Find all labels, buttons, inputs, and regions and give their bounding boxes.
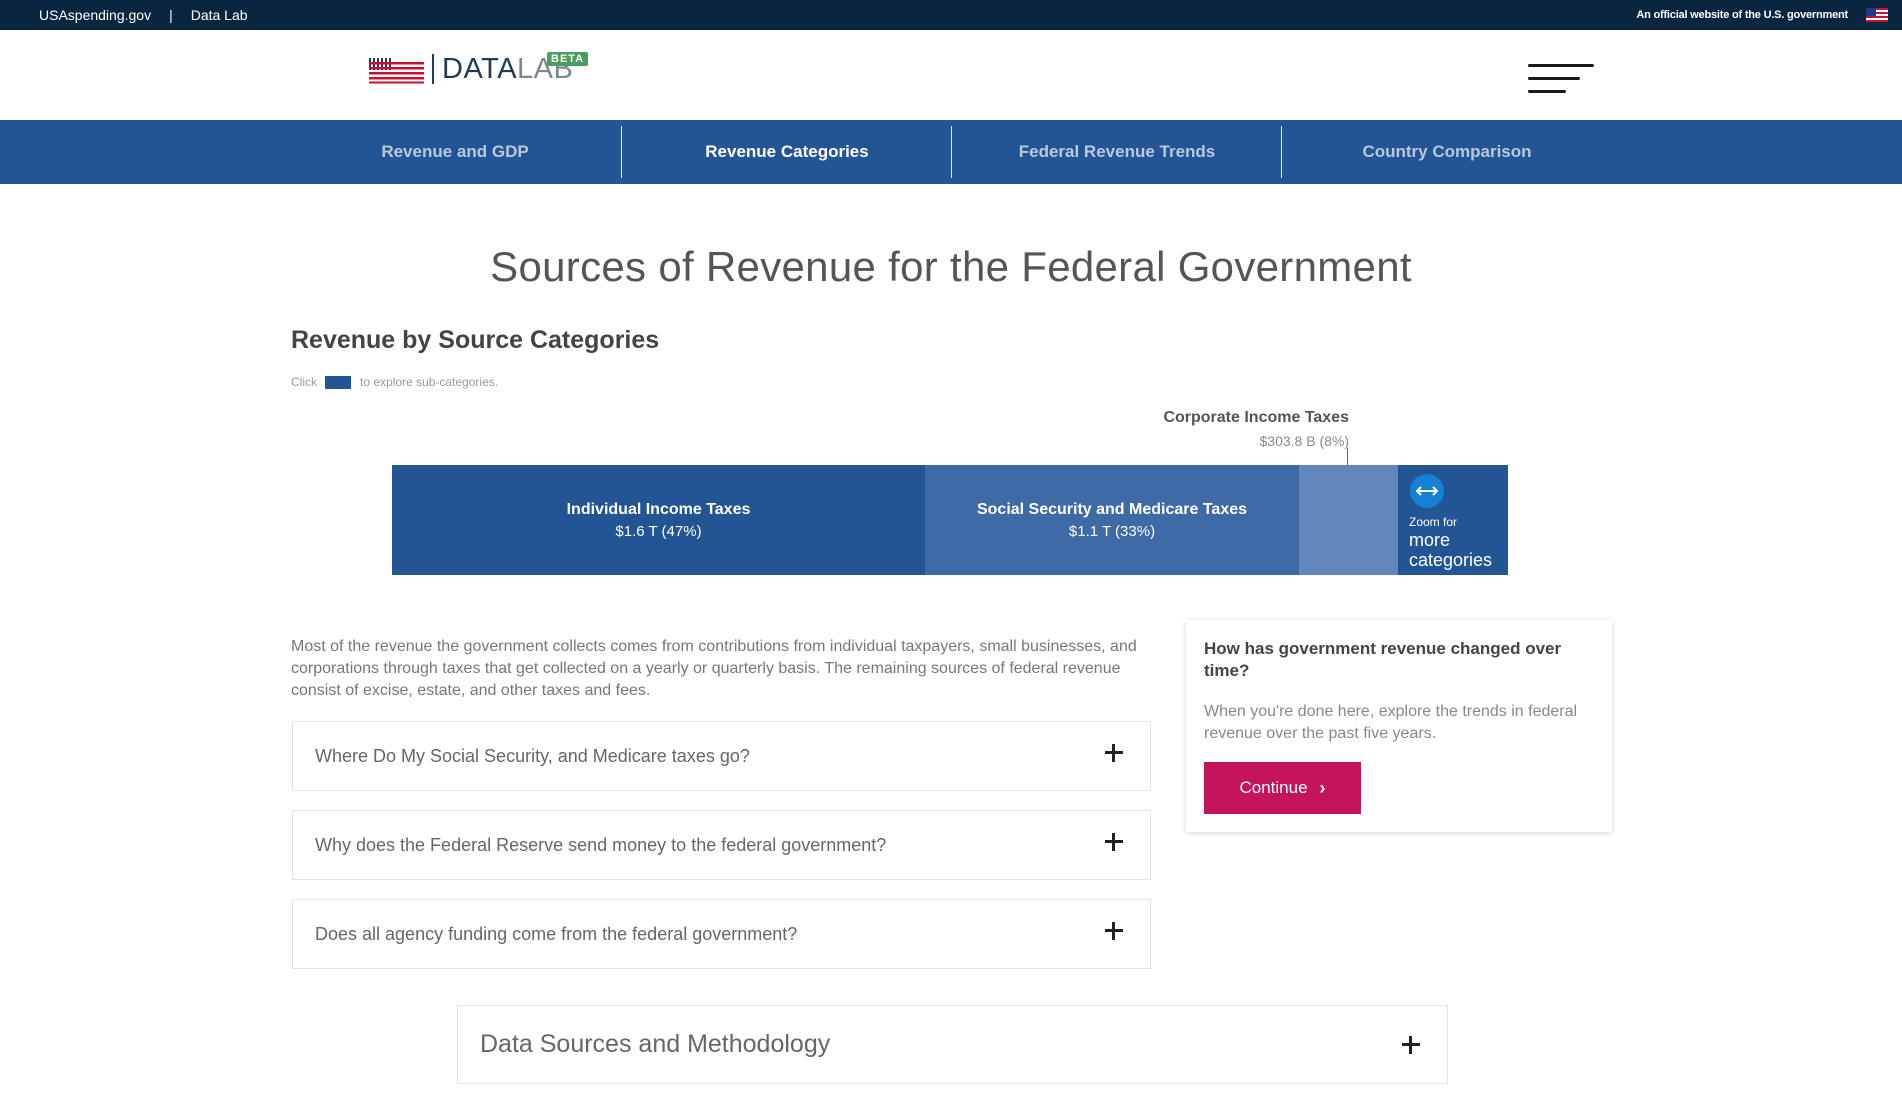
zoom-small-label: Zoom for	[1409, 515, 1458, 529]
revenue-trends-card: How has government revenue changed over …	[1186, 620, 1612, 832]
data-sources-methodology[interactable]: Data Sources and Methodology	[457, 1005, 1448, 1084]
card-question: How has government revenue changed over …	[1204, 639, 1562, 680]
chart-hint: Click to explore sub-categories.	[291, 375, 498, 389]
hint-explore: to explore sub-categories.	[360, 375, 499, 389]
tab-country-comparison[interactable]: Country Comparison	[1282, 126, 1612, 178]
accordion-agency-funding[interactable]: Does all agency funding come from the fe…	[292, 899, 1151, 969]
plus-icon[interactable]	[1105, 922, 1123, 940]
beta-badge: BETA	[547, 52, 589, 66]
tab-revenue-and-gdp[interactable]: Revenue and GDP	[290, 126, 620, 178]
tab-label: Revenue Categories	[705, 142, 869, 161]
bar-value: $1.6 T (47%)	[615, 522, 702, 540]
site-header: DATALAB BETA	[0, 30, 1902, 120]
zoom-categories: categories	[1409, 550, 1493, 570]
plus-icon[interactable]	[1105, 744, 1123, 762]
continue-button[interactable]: Continue ›	[1204, 762, 1361, 814]
accordion-social-security-medicare[interactable]: Where Do My Social Security, and Medicar…	[292, 721, 1151, 791]
expand-arrows-icon	[1410, 474, 1444, 508]
tab-label: Federal Revenue Trends	[1018, 142, 1216, 161]
section-title: Revenue by Source Categories	[291, 326, 660, 354]
continue-label: Continue	[1239, 778, 1308, 797]
card-answer: When you're done here, explore the trend…	[1204, 703, 1578, 742]
usaspending-link[interactable]: USAspending.gov	[39, 7, 151, 23]
bar-individual-income-taxes[interactable]: Individual Income Taxes $1.6 T (47%)	[392, 465, 925, 575]
accordion-federal-reserve[interactable]: Why does the Federal Reserve send money …	[292, 810, 1151, 880]
link-separator: |	[169, 7, 173, 23]
plus-icon[interactable]	[1402, 1036, 1420, 1054]
flag-bars-icon	[369, 58, 424, 84]
bar-corporate-income-taxes[interactable]	[1299, 465, 1398, 575]
bar-social-security-medicare-taxes[interactable]: Social Security and Medicare Taxes $1.1 …	[925, 465, 1299, 575]
chevron-right-icon: ›	[1319, 777, 1326, 798]
plus-icon[interactable]	[1105, 833, 1123, 851]
accordion-label: Where Do My Social Security, and Medicar…	[315, 745, 750, 766]
zoom-more: more	[1409, 530, 1451, 550]
zoom-more-categories[interactable]: Zoom for more categories	[1398, 465, 1508, 575]
tab-revenue-categories[interactable]: Revenue Categories	[622, 126, 952, 178]
page-title: Sources of Revenue for the Federal Gover…	[490, 243, 1412, 290]
accordion-label: Why does the Federal Reserve send money …	[315, 834, 887, 855]
top-bar: USAspending.gov | Data Lab An official w…	[0, 0, 1902, 30]
top-links: USAspending.gov | Data Lab	[39, 7, 248, 23]
zoom-large-label: more categories	[1409, 530, 1492, 570]
official-site-text: An official website of the U.S. governme…	[1636, 9, 1848, 21]
datalab-logo[interactable]: DATALAB BETA	[369, 52, 589, 85]
tab-label: Country Comparison	[1362, 142, 1532, 161]
tab-label: Revenue and GDP	[381, 142, 529, 161]
category-nav: Revenue and GDP Revenue Categories Feder…	[0, 120, 1902, 184]
data-lab-link[interactable]: Data Lab	[191, 7, 248, 23]
tab-federal-revenue-trends[interactable]: Federal Revenue Trends	[952, 126, 1282, 178]
logo-text-data: DATA	[442, 53, 518, 85]
bar-label: Individual Income Taxes	[566, 500, 751, 518]
methodology-label: Data Sources and Methodology	[480, 1030, 831, 1058]
revenue-stacked-bar: Individual Income Taxes $1.6 T (47%) Soc…	[392, 465, 1508, 575]
hint-click: Click	[291, 375, 317, 389]
logo-divider	[432, 54, 434, 84]
hint-swatch	[325, 375, 351, 389]
callout-line	[1347, 448, 1348, 465]
accordion-label: Does all agency funding come from the fe…	[315, 923, 798, 944]
hamburger-menu-icon[interactable]	[1528, 64, 1594, 94]
callout-value: $303.8 B (8%)	[1259, 433, 1350, 449]
corporate-callout: Corporate Income Taxes $303.8 B (8%)	[1163, 409, 1349, 449]
callout-name: Corporate Income Taxes	[1163, 409, 1349, 426]
bar-value: $1.1 T (33%)	[1068, 522, 1156, 540]
bar-label: Social Security and Medicare Taxes	[976, 500, 1248, 518]
intro-text: Most of the revenue the government colle…	[291, 638, 1137, 699]
us-flag-icon	[1866, 8, 1888, 22]
